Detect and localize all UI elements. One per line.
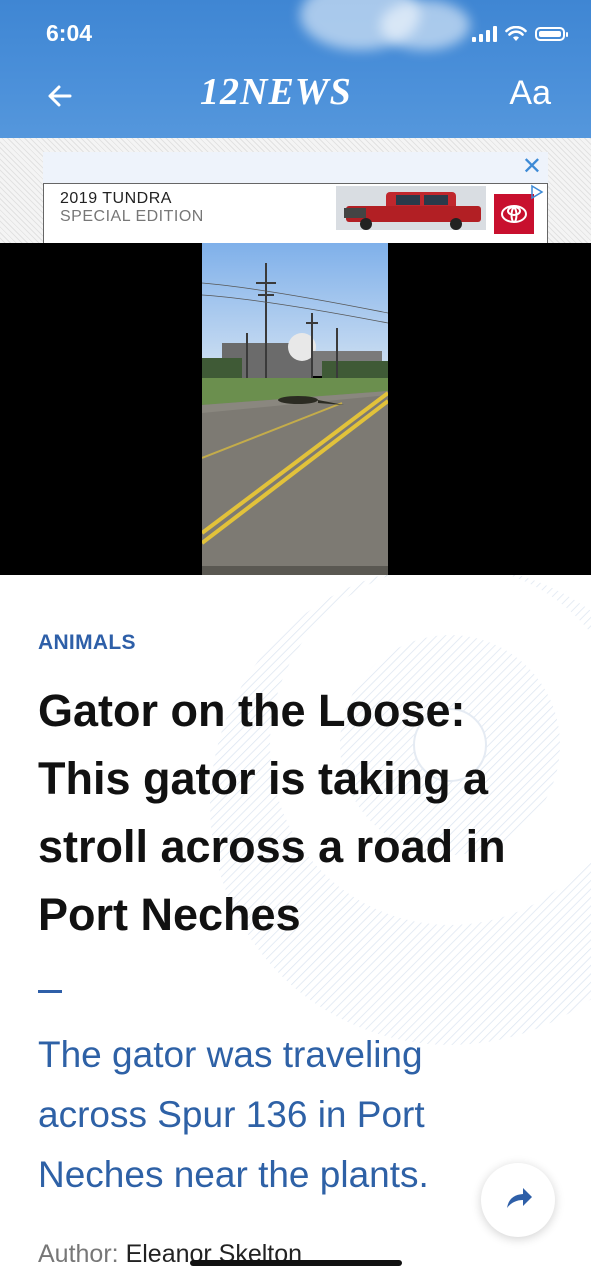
sky-cloud [380, 0, 470, 50]
home-indicator[interactable] [190, 1260, 402, 1266]
battery-icon [535, 27, 568, 41]
status-icons [472, 26, 568, 42]
share-button[interactable] [481, 1163, 555, 1237]
ad-unit: ✕ 2019 TUNDRA SPECIAL EDITION [43, 152, 548, 244]
video-thumbnail [202, 243, 388, 575]
arrow-left-icon [48, 85, 72, 107]
ad-line-2: SPECIAL EDITION [60, 208, 204, 225]
video-frame [202, 243, 388, 575]
truck-image [336, 186, 486, 230]
signal-icon [472, 26, 497, 42]
wifi-icon [505, 26, 527, 41]
ad-banner[interactable]: 2019 TUNDRA SPECIAL EDITION [43, 183, 548, 244]
article-subheadline: The gator was traveling across Spur 136 … [38, 1034, 429, 1195]
toyota-logo-icon [494, 194, 534, 234]
article: ANIMALS Gator on the Loose: This gator i… [0, 575, 591, 1280]
article-category[interactable]: ANIMALS [38, 631, 136, 655]
share-arrow-icon [507, 1188, 532, 1208]
article-headline: Gator on the Loose: This gator is taking… [38, 685, 506, 940]
ad-line-1: 2019 TUNDRA [60, 190, 172, 207]
back-button[interactable] [40, 76, 80, 116]
author-label: Author: [38, 1240, 119, 1268]
status-time: 6:04 [46, 20, 93, 46]
divider [38, 990, 62, 993]
site-logo[interactable]: 12NEWS [200, 70, 352, 114]
video-player[interactable] [0, 243, 591, 575]
ad-container: ✕ 2019 TUNDRA SPECIAL EDITION [0, 138, 591, 244]
adchoices-icon[interactable] [529, 184, 545, 200]
app-header: 6:04 12NEWS Aa [0, 0, 591, 138]
close-ad-button[interactable]: ✕ [522, 152, 542, 181]
text-size-button[interactable]: Aa [509, 74, 551, 113]
